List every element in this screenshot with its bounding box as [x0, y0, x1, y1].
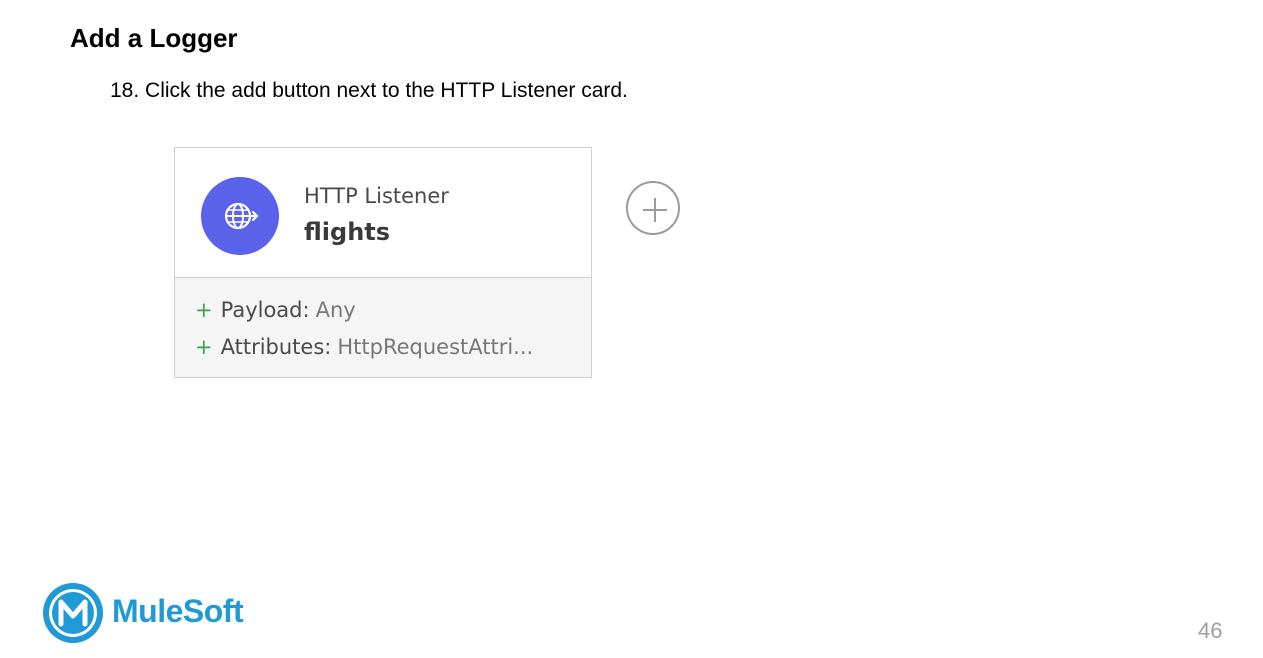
metadata-row-attributes[interactable]: + Attributes: HttpRequestAttri...: [195, 335, 533, 359]
brand-name: MuleSoft: [112, 593, 244, 629]
http-listener-card[interactable]: HTTP Listener flights + Payload: Any + Attr…: [174, 147, 592, 378]
metadata-row-payload[interactable]: + Payload: Any: [195, 298, 356, 322]
globe-arrow-icon: [201, 177, 279, 255]
slide-title: Add a Logger: [70, 23, 238, 53]
metadata-key: Attributes:: [220, 335, 332, 359]
page-number: 46: [1198, 618, 1223, 643]
step-instruction: 18. Click the add button next to the HTT…: [110, 79, 628, 102]
card-subtitle: flights: [304, 218, 391, 246]
mulesoft-logo-icon: [43, 583, 103, 643]
metadata-key: Payload:: [220, 298, 310, 322]
expand-plus-icon[interactable]: +: [195, 335, 213, 359]
add-component-button[interactable]: [626, 181, 680, 235]
expand-plus-icon[interactable]: +: [195, 298, 213, 322]
metadata-value: HttpRequestAttri...: [337, 335, 534, 359]
card-metadata: + Payload: Any + Attributes: HttpRequestAttr…: [175, 278, 591, 377]
card-header: HTTP Listener flights: [175, 148, 591, 278]
mulesoft-logo: MuleSoft: [40, 580, 280, 646]
metadata-value: Any: [315, 298, 356, 322]
plus-circle-icon: [643, 198, 667, 222]
card-title: HTTP Listener: [304, 184, 449, 208]
